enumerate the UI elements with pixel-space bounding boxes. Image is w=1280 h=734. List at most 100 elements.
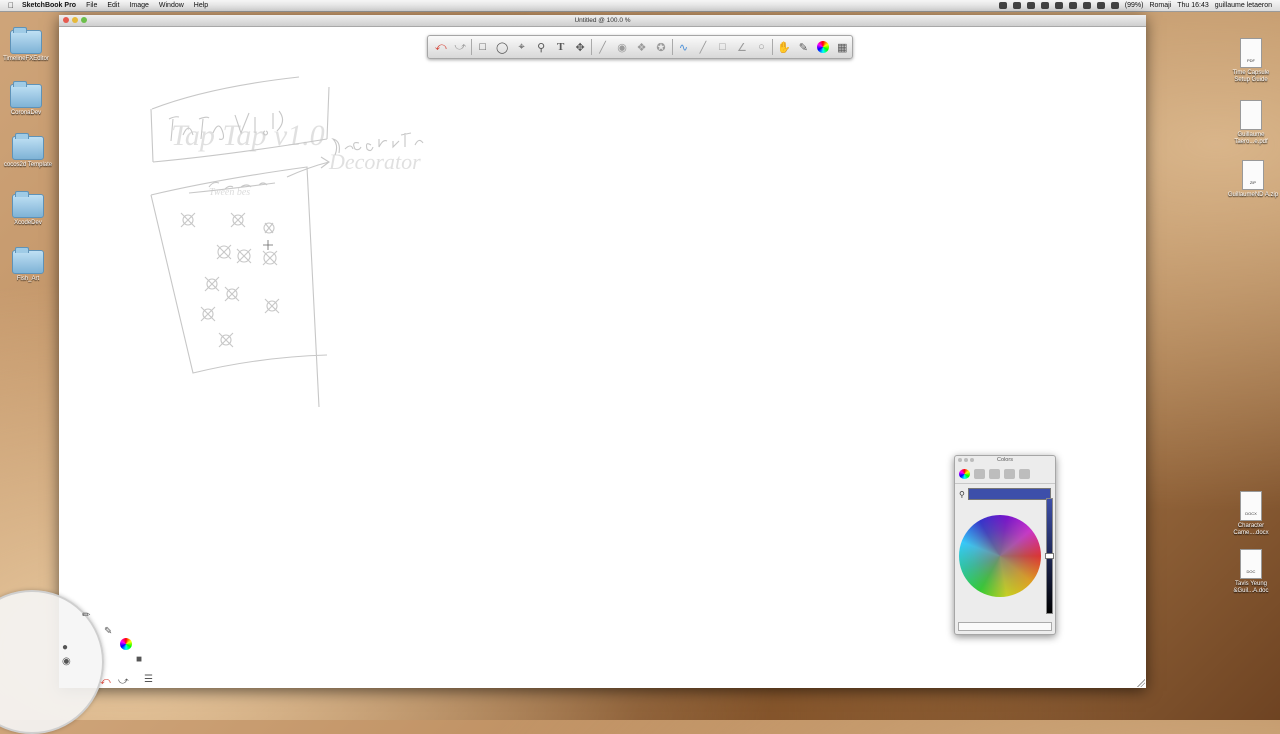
- doc-file-icon: DOC: [1240, 549, 1262, 579]
- brightness-slider-thumb[interactable]: [1045, 553, 1054, 559]
- status-icon[interactable]: [998, 2, 1007, 9]
- zoom-icon[interactable]: ⚲: [531, 37, 550, 57]
- input-source[interactable]: Romaji: [1149, 0, 1171, 11]
- zoom-button[interactable]: [81, 17, 87, 23]
- lagoon-redo-icon[interactable]: ⤻: [118, 676, 129, 687]
- apple-menu-icon[interactable]: : [0, 0, 22, 11]
- desktop-item-label: CoronaDev: [10, 110, 42, 116]
- color-puck-icon[interactable]: [120, 638, 132, 653]
- move-icon[interactable]: ✥: [570, 37, 589, 57]
- color-search-row: ⚲: [955, 484, 1055, 502]
- resize-grip-icon[interactable]: [1137, 679, 1145, 687]
- opacity-puck-icon[interactable]: ●: [62, 642, 68, 653]
- folder-icon: [10, 27, 42, 54]
- lagoon-undo-icon[interactable]: ⤺: [100, 676, 111, 687]
- battery-icon[interactable]: [1110, 2, 1119, 9]
- text-icon[interactable]: T: [551, 37, 570, 57]
- line-stroke-icon[interactable]: ∿: [674, 37, 693, 57]
- menubar-clock[interactable]: Thu 16:43: [1177, 0, 1209, 11]
- sketch-side-text: Decorator: [328, 149, 421, 174]
- toolbar-divider: [671, 39, 673, 55]
- app-menu[interactable]: SketchBook Pro: [22, 0, 76, 11]
- desktop-item-label: XcodeDev: [14, 220, 42, 226]
- zip-file-icon: ZIP: [1242, 160, 1264, 190]
- panel-minimize-button[interactable]: [964, 458, 968, 462]
- color-wheel[interactable]: [959, 515, 1041, 597]
- color-sliders-mode-icon[interactable]: [974, 469, 985, 479]
- size-puck-icon[interactable]: ◉: [62, 656, 71, 667]
- desktop-item-label: GuillaumeND A.zip: [1227, 192, 1279, 198]
- lasso-icon[interactable]: ◯: [492, 37, 511, 57]
- panel-close-button[interactable]: [958, 458, 962, 462]
- symmetry-x-icon[interactable]: ❖: [632, 37, 651, 57]
- desktop-folder[interactable]: Fish_Art: [2, 247, 54, 283]
- menu-image[interactable]: Image: [129, 0, 148, 11]
- status-icon[interactable]: [1026, 2, 1035, 9]
- desktop-folder[interactable]: XcodeDev: [2, 191, 54, 227]
- menu-bar:  SketchBook Pro File Edit Image Window …: [0, 0, 1280, 12]
- layers-icon[interactable]: ▦: [833, 37, 852, 57]
- symmetry-y-icon[interactable]: ✪: [651, 37, 670, 57]
- line-icon[interactable]: ╱: [693, 37, 712, 57]
- desktop-file[interactable]: Guillaume Taero...e.pdf: [1225, 100, 1277, 146]
- menu-edit[interactable]: Edit: [107, 0, 119, 11]
- window-titlebar[interactable]: Untitled @ 100.0 %: [59, 15, 1146, 27]
- rect-icon[interactable]: □: [713, 37, 732, 57]
- desktop-folder[interactable]: TimelineFXEditor: [0, 27, 52, 63]
- window-title: Untitled @ 100.0 %: [574, 17, 631, 24]
- polyline-icon[interactable]: ∠: [732, 37, 751, 57]
- panel-zoom-button[interactable]: [970, 458, 974, 462]
- wifi-icon[interactable]: [1082, 2, 1091, 9]
- close-button[interactable]: [63, 17, 69, 23]
- menu-file[interactable]: File: [86, 0, 97, 11]
- desktop-file[interactable]: ZIP GuillaumeND A.zip: [1227, 160, 1279, 199]
- panel-window-controls: [958, 458, 974, 462]
- crosshair-cursor-icon: [263, 240, 273, 250]
- saved-swatches-bar[interactable]: [958, 622, 1052, 631]
- magnifier-icon[interactable]: ⚲: [959, 490, 965, 499]
- ellipse-guide-icon[interactable]: ◉: [612, 37, 631, 57]
- lagoon-menu-icon[interactable]: ☰: [144, 674, 153, 685]
- toolbar-divider: [590, 39, 592, 55]
- eraser-icon[interactable]: ■: [136, 654, 142, 665]
- desktop-item-label: TimelineFXEditor: [3, 56, 49, 62]
- volume-icon[interactable]: [1096, 2, 1105, 9]
- color-palettes-mode-icon[interactable]: [989, 469, 1000, 479]
- ruler-icon[interactable]: ╱: [593, 37, 612, 57]
- user-menu[interactable]: guillaume letaeron: [1215, 0, 1272, 11]
- time-machine-icon[interactable]: [1054, 2, 1063, 9]
- colors-panel: Colors ⚲: [954, 455, 1056, 635]
- crop-icon[interactable]: ⌖: [512, 37, 531, 57]
- colors-panel-title: Colors: [997, 457, 1013, 463]
- menu-help[interactable]: Help: [194, 0, 208, 11]
- color-mode-tabs: [955, 465, 1055, 484]
- color-wheel-mode-icon[interactable]: [959, 469, 970, 479]
- status-icon[interactable]: [1012, 2, 1021, 9]
- sync-icon[interactable]: [1040, 2, 1049, 9]
- pencil-brush-icon[interactable]: ✏: [82, 610, 90, 621]
- desktop-folder[interactable]: cocos2d Template: [2, 133, 54, 169]
- menu-window[interactable]: Window: [159, 0, 184, 11]
- image-palettes-mode-icon[interactable]: [1004, 469, 1015, 479]
- desktop-file[interactable]: DOCX Character Came....docx: [1225, 491, 1277, 537]
- main-toolbar: ⤺ ⤻ □ ◯ ⌖ ⚲ T ✥ ╱ ◉ ❖ ✪ ∿ ╱ □ ∠ ○ ✋ ✎ ▦: [427, 35, 853, 59]
- redo-icon[interactable]: ⤻: [450, 37, 469, 57]
- brushes-icon[interactable]: ✎: [794, 37, 813, 57]
- desktop-folder[interactable]: CoronaDev: [0, 81, 52, 117]
- desktop-file[interactable]: DOC Tavis Yeung &Guil...A.doc: [1225, 549, 1277, 595]
- brush-icon[interactable]: ✎: [104, 626, 112, 637]
- bluetooth-icon[interactable]: [1068, 2, 1077, 9]
- minimize-button[interactable]: [72, 17, 78, 23]
- sketch-title-text: Tap Tap v1.0: [171, 119, 325, 152]
- crayons-mode-icon[interactable]: [1019, 469, 1030, 479]
- desktop-file[interactable]: PDF Time Capsule Setup Guide: [1225, 38, 1277, 84]
- desktop-item-label: Time Capsule Setup Guide: [1232, 70, 1270, 83]
- desktop-item-label: Guillaume Taero...e.pdf: [1234, 132, 1268, 145]
- hand-icon[interactable]: ✋: [774, 37, 793, 57]
- colors-titlebar[interactable]: Colors: [955, 456, 1055, 465]
- select-rect-icon[interactable]: □: [473, 37, 492, 57]
- circle-icon[interactable]: ○: [752, 37, 771, 57]
- current-color-swatch[interactable]: [967, 488, 1051, 500]
- undo-icon[interactable]: ⤺: [431, 37, 450, 57]
- color-wheel-icon[interactable]: [813, 37, 832, 57]
